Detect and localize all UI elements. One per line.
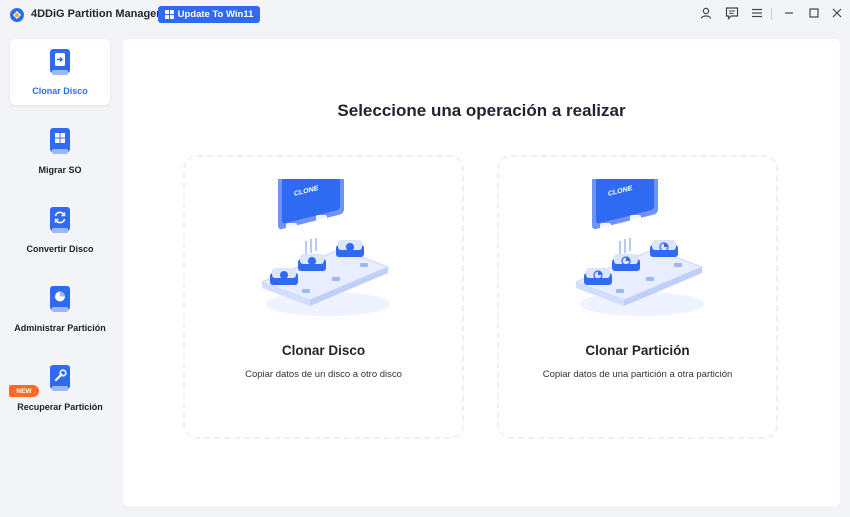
migrate-os-icon [50,128,70,154]
card-description: Copiar datos de una partición a otra par… [542,369,733,380]
recover-partition-icon [50,365,70,391]
manage-partition-icon [50,286,70,312]
maximize-icon[interactable] [807,6,821,20]
convert-disk-icon [50,207,70,233]
windows-icon [164,10,174,19]
sidebar-item-migrar-so[interactable]: Migrar SO [10,118,110,184]
feedback-icon[interactable] [725,6,739,20]
page-title: Seleccione una operación a realizar [337,101,626,120]
app-title: 4DDiG Partition Manager [31,8,161,20]
clone-disk-icon [50,49,70,75]
sidebar-item-label: Recuperar Partición [17,402,103,412]
sidebar-item-recuperar-particion[interactable]: Recuperar Partición [10,355,110,421]
titlebar-divider [771,8,772,20]
card-title: Clonar Partición [585,343,690,358]
update-to-win11-button[interactable]: Update To Win11 [158,6,260,23]
main-panel: Seleccione una operación a realizar CLON… [123,39,840,506]
card-description: Copiar datos de un disco a otro disco [245,369,402,380]
sidebar-item-clonar-disco[interactable]: Clonar Disco [10,39,110,105]
sidebar-item-label: Clonar Disco [32,86,88,96]
clonar-particion-card[interactable]: CLONE Clonar Partición Copiar datos de u [497,155,778,439]
title-bar: 4DDiG Partition Manager Update To Win11 [0,0,850,30]
sidebar-item-label: Administrar Partición [14,323,106,333]
update-button-label: Update To Win11 [177,9,254,20]
clonar-disco-card[interactable]: CLONE Clonar Disco Copiar datos de un di… [183,155,464,439]
card-title: Clonar Disco [281,343,366,358]
clone-disk-illustration: CLONE [260,179,390,316]
close-icon[interactable] [830,6,844,20]
account-icon[interactable] [699,6,713,20]
sidebar-item-convertir-disco[interactable]: Convertir Disco [10,197,110,263]
sidebar-item-label: Convertir Disco [26,244,94,254]
sidebar-item-administrar-particion[interactable]: Administrar Partición [10,276,110,342]
sidebar-item-label: Migrar SO [38,165,82,175]
clone-partition-illustration: CLONE [574,179,704,316]
menu-icon[interactable] [750,6,764,20]
app-logo-icon [10,8,24,22]
minimize-icon[interactable] [782,6,796,20]
sidebar: Clonar Disco Migrar SO Convertir Disco A… [0,30,120,517]
